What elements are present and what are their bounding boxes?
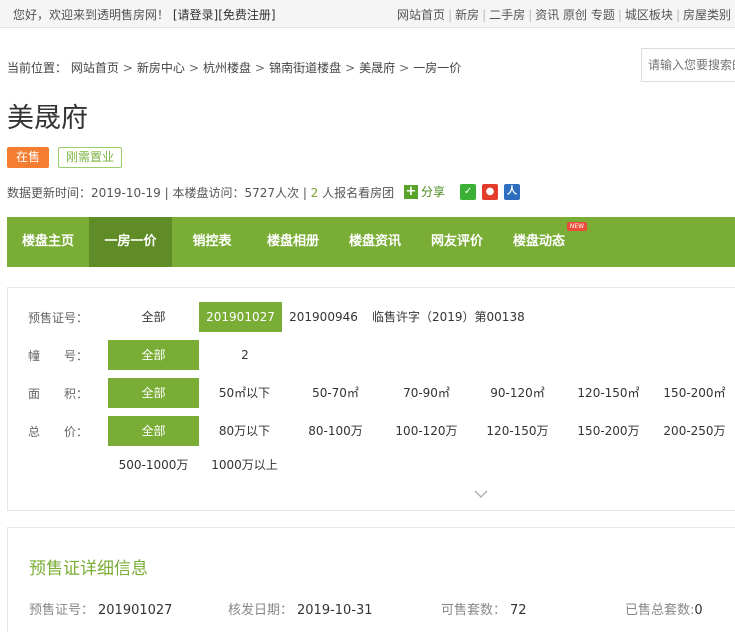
update-date: 2019-10-19	[91, 186, 161, 200]
tab-reviews[interactable]: 网友评价	[416, 217, 498, 267]
detail-issue-value: 2019-10-31	[297, 603, 373, 618]
area-option-50-70[interactable]: 50-70㎡	[290, 378, 381, 408]
area-option-50[interactable]: 50㎡以下	[199, 378, 290, 408]
visit-count: 5727人次	[244, 186, 299, 200]
top-nav: 网站首页 | 新房 | 二手房 | 资讯 原创 专题 | 城区板块 | 房屋类别	[397, 6, 731, 23]
wechat-icon[interactable]: ✓	[460, 183, 477, 200]
top-nav-district[interactable]: 城区板块	[625, 8, 673, 22]
price-option-120-150[interactable]: 120-150万	[472, 416, 563, 446]
on-sale-badge: 在售	[7, 147, 49, 168]
register-link[interactable]: [免费注册]	[218, 8, 275, 22]
price-label: 总 价：	[28, 425, 89, 439]
price-option-200-250[interactable]: 200-250万	[654, 416, 735, 446]
divider: |	[528, 8, 533, 22]
breadcrumb-arrow: >	[345, 61, 356, 75]
price-option-100-120[interactable]: 100-120万	[381, 416, 472, 446]
need-badge: 刚需置业	[58, 147, 122, 168]
breadcrumb-arrow: >	[188, 61, 199, 75]
new-badge: NEW	[567, 222, 587, 231]
top-nav-category[interactable]: 房屋类别	[683, 8, 731, 22]
tab-home[interactable]: 楼盘主页	[7, 217, 89, 267]
building-label: 幢 号：	[28, 349, 89, 363]
price-option-80[interactable]: 80万以下	[199, 416, 290, 446]
permit-option-temp[interactable]: 临售许字（2019）第00138	[372, 302, 526, 332]
area-option-all[interactable]: 全部	[108, 378, 199, 408]
page-title: 美晟府	[7, 103, 88, 134]
detail-issue: 核发日期： 2019-10-31	[228, 599, 373, 618]
visit-label: 本楼盘访问：	[172, 186, 245, 200]
share-label[interactable]: 分享	[421, 183, 445, 200]
welcome-text: 您好，欢迎来到透明售房网！	[13, 8, 170, 22]
price-option-500-1000[interactable]: 500-1000万	[108, 450, 199, 480]
details-title: 预售证详细信息	[29, 559, 148, 579]
tab-sales-control[interactable]: 销控表	[172, 217, 252, 267]
area-label: 面 积：	[28, 387, 89, 401]
top-nav-secondhand[interactable]: 二手房	[489, 8, 525, 22]
breadcrumb-prefix: 当前位置：	[7, 61, 68, 75]
share-plus-icon[interactable]: +	[404, 184, 418, 199]
detail-issue-label: 核发日期：	[228, 603, 294, 618]
signup-count: 2	[310, 186, 319, 200]
price-option-80-100[interactable]: 80-100万	[290, 416, 381, 446]
share-bar: + 分享 ✓ ● 人	[404, 183, 521, 200]
price-option-all[interactable]: 全部	[108, 416, 199, 446]
breadcrumb: 当前位置： 网站首页 > 新房中心 > 杭州楼盘 > 锦南街道楼盘 > 美晟府 > 一房一价	[7, 59, 461, 76]
building-option-2[interactable]: 2	[230, 340, 260, 370]
breadcrumb-home[interactable]: 网站首页	[71, 61, 119, 75]
detail-sold: 已售总套数:0	[625, 599, 703, 618]
detail-permit-label: 预售证号：	[29, 603, 95, 618]
expand-chevron-icon[interactable]	[474, 487, 488, 501]
welcome-area: 您好，欢迎来到透明售房网！ [请登录][免费注册]	[13, 6, 276, 23]
signup-text: 人报名看房团	[322, 186, 395, 200]
detail-available-value: 72	[510, 603, 527, 618]
project-nav: 楼盘主页 一房一价 销控表 楼盘相册 楼盘资讯 网友评价 楼盘动态 NEW	[7, 217, 735, 267]
renren-icon[interactable]: 人	[504, 183, 521, 200]
tab-news[interactable]: 楼盘资讯	[334, 217, 416, 267]
divider: |	[617, 8, 622, 22]
breadcrumb-current: 一房一价	[413, 61, 462, 75]
meta-info: 数据更新时间：2019-10-19 | 本楼盘访问：5727人次 | 2 人报名…	[7, 186, 395, 200]
breadcrumb-jinnan[interactable]: 锦南街道楼盘	[269, 61, 341, 75]
divider: |	[675, 8, 680, 22]
update-label: 数据更新时间：	[7, 186, 92, 200]
breadcrumb-project[interactable]: 美晟府	[359, 61, 395, 75]
permit-option-201901027[interactable]: 201901027	[199, 302, 282, 332]
divider: |	[448, 8, 453, 22]
area-option-120-150[interactable]: 120-150㎡	[563, 378, 654, 408]
price-option-1000[interactable]: 1000万以上	[199, 450, 290, 480]
tab-album[interactable]: 楼盘相册	[252, 217, 334, 267]
building-option-all[interactable]: 全部	[108, 340, 199, 370]
breadcrumb-newhouse[interactable]: 新房中心	[137, 61, 185, 75]
price-option-150-200[interactable]: 150-200万	[563, 416, 654, 446]
detail-available-label: 可售套数：	[441, 603, 507, 618]
area-option-70-90[interactable]: 70-90㎡	[381, 378, 472, 408]
search-box	[641, 48, 735, 82]
permit-label: 预售证号：	[28, 311, 89, 325]
area-option-90-120[interactable]: 90-120㎡	[472, 378, 563, 408]
tab-price-list[interactable]: 一房一价	[89, 217, 172, 267]
login-link[interactable]: [请登录]	[173, 8, 218, 22]
detail-available: 可售套数： 72	[441, 599, 527, 618]
area-option-150-200[interactable]: 150-200㎡	[654, 378, 735, 408]
breadcrumb-arrow: >	[122, 61, 133, 75]
top-nav-news[interactable]: 资讯 原创 专题	[535, 8, 615, 22]
detail-permit-value: 201901027	[98, 603, 173, 618]
top-nav-home[interactable]: 网站首页	[397, 8, 445, 22]
top-bar: 您好，欢迎来到透明售房网！ [请登录][免费注册] 网站首页 | 新房 | 二手房 | 资讯…	[0, 0, 735, 28]
weibo-icon[interactable]: ●	[482, 183, 499, 200]
permit-option-all[interactable]: 全部	[108, 302, 199, 332]
divider: |	[482, 8, 487, 22]
detail-sold-label: 已售总套数:	[625, 603, 695, 618]
permit-option-201900946[interactable]: 201900946	[285, 302, 362, 332]
detail-permit: 预售证号： 201901027	[29, 599, 172, 618]
breadcrumb-arrow: >	[255, 61, 266, 75]
detail-sold-value: 0	[694, 603, 703, 618]
search-input[interactable]	[642, 49, 735, 81]
breadcrumb-arrow: >	[399, 61, 410, 75]
top-nav-newhouse[interactable]: 新房	[455, 8, 479, 22]
breadcrumb-hangzhou[interactable]: 杭州楼盘	[203, 61, 251, 75]
